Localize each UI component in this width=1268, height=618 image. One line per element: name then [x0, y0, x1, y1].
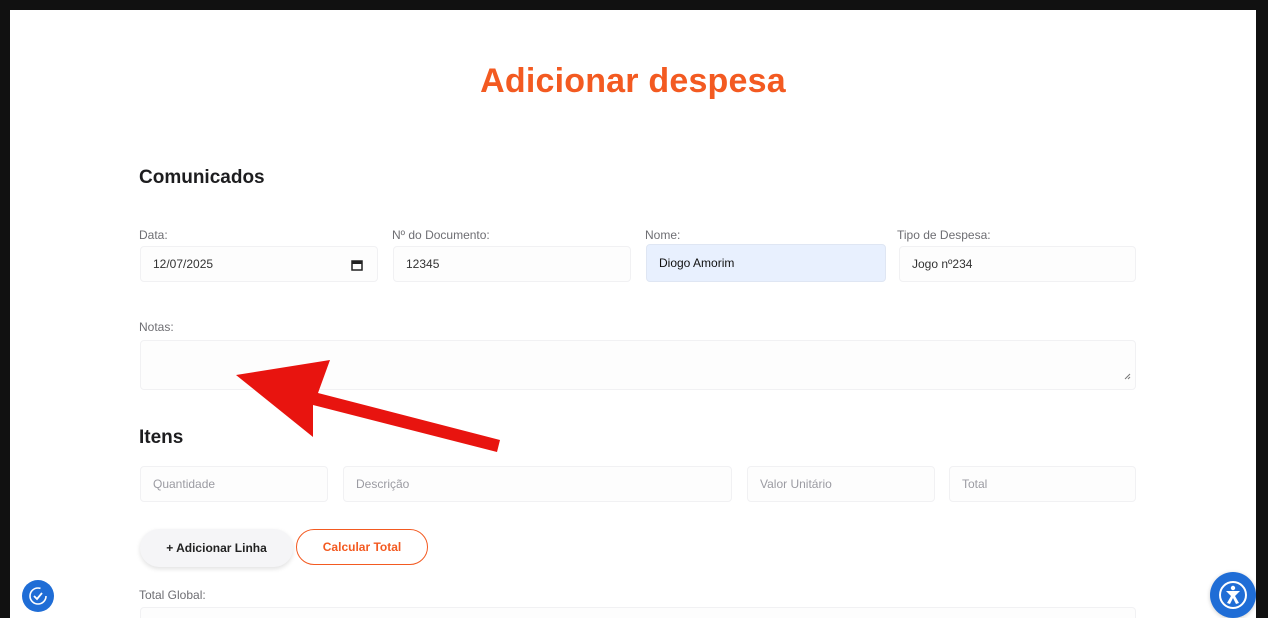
nome-value: Diogo Amorim [659, 256, 735, 270]
tipo-despesa-input[interactable]: Jogo nº234 [899, 246, 1136, 282]
screen-frame-right [1256, 0, 1268, 618]
tipo-despesa-label: Tipo de Despesa: [897, 228, 991, 242]
screen-frame-left [0, 0, 10, 618]
section-title-comunicados: Comunicados [139, 167, 265, 188]
resize-grip-icon[interactable] [1123, 367, 1131, 385]
quantidade-input[interactable]: Quantidade [140, 466, 328, 502]
total-global-input[interactable] [140, 607, 1136, 618]
page-title: Adicionar despesa [480, 62, 786, 100]
quantidade-placeholder: Quantidade [153, 477, 216, 491]
notas-textarea[interactable] [140, 340, 1136, 390]
page-content: Adicionar despesa Comunicados Data: Nº d… [10, 10, 1256, 618]
section-title-itens: Itens [139, 427, 184, 448]
total-input[interactable]: Total [949, 466, 1136, 502]
nome-input[interactable]: Diogo Amorim [646, 244, 886, 282]
tipo-despesa-value: Jogo nº234 [912, 257, 973, 271]
date-value: 12/07/2025 [153, 257, 214, 271]
calculate-total-button[interactable]: Calcular Total [296, 529, 428, 565]
date-input[interactable]: 12/07/2025 [140, 246, 378, 282]
add-line-button[interactable]: + Adicionar Linha [140, 529, 293, 567]
valor-unitario-input[interactable]: Valor Unitário [747, 466, 935, 502]
clock-check-icon[interactable] [22, 580, 54, 612]
accessibility-icon[interactable] [1210, 572, 1256, 618]
doc-number-label: Nº do Documento: [392, 228, 490, 242]
nome-label: Nome: [645, 228, 681, 242]
notas-label: Notas: [139, 320, 174, 334]
total-global-label: Total Global: [139, 588, 206, 602]
descricao-placeholder: Descrição [356, 477, 410, 491]
data-label: Data: [139, 228, 168, 242]
total-placeholder: Total [962, 477, 988, 491]
valor-unitario-placeholder: Valor Unitário [760, 477, 832, 491]
doc-number-value: 12345 [406, 257, 440, 271]
doc-number-input[interactable]: 12345 [393, 246, 631, 282]
calendar-icon[interactable] [351, 259, 363, 274]
screen-frame-top [0, 0, 1268, 10]
descricao-input[interactable]: Descrição [343, 466, 732, 502]
